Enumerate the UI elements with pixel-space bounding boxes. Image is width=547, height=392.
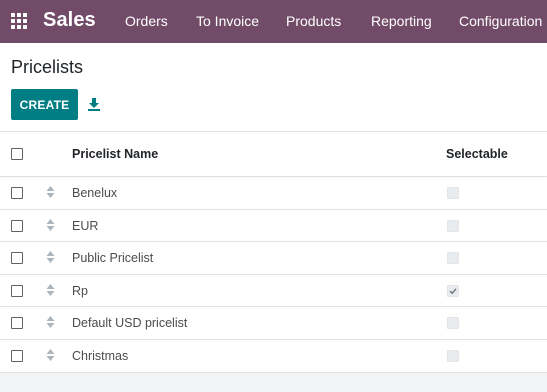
nav-item-products[interactable]: Products [286, 13, 341, 29]
pricelist-name-cell: Default USD pricelist [72, 316, 188, 331]
check-icon [449, 288, 457, 294]
app-brand[interactable]: Sales [43, 9, 96, 32]
top-navbar: Sales Orders To Invoice Products Reporti… [0, 0, 547, 43]
download-icon[interactable] [87, 97, 101, 111]
nav-item-to-invoice[interactable]: To Invoice [196, 13, 259, 29]
nav-item-orders[interactable]: Orders [125, 13, 168, 29]
control-panel: Pricelists CREATE [0, 43, 547, 131]
pricelist-name-cell: EUR [72, 218, 99, 233]
column-header-selectable[interactable]: Selectable [446, 147, 508, 161]
drag-handle-icon[interactable] [46, 186, 55, 198]
nav-item-reporting[interactable]: Reporting [371, 13, 432, 29]
nav-item-configuration[interactable]: Configuration [459, 13, 542, 29]
table-row[interactable]: Public Pricelist [0, 242, 547, 275]
table-header: Pricelist Name Selectable [0, 132, 547, 177]
selectable-checkbox [447, 284, 459, 297]
row-checkbox[interactable] [11, 317, 23, 330]
pricelist-name-cell: Public Pricelist [72, 251, 154, 266]
row-checkbox[interactable] [11, 219, 23, 232]
selectable-checkbox [447, 252, 459, 265]
pricelist-name-cell: Christmas [72, 348, 129, 363]
row-checkbox[interactable] [11, 252, 23, 265]
table-row[interactable]: Christmas [0, 340, 547, 373]
table-row[interactable]: EUR [0, 210, 547, 243]
selectable-checkbox [447, 317, 459, 330]
drag-handle-icon[interactable] [46, 348, 55, 361]
table-row[interactable]: Default USD pricelist [0, 307, 547, 340]
drag-handle-icon[interactable] [46, 251, 55, 264]
row-checkbox[interactable] [11, 349, 23, 362]
drag-handle-icon[interactable] [46, 283, 55, 296]
selectable-checkbox [447, 187, 459, 199]
selectable-checkbox [447, 219, 459, 232]
select-all-checkbox[interactable] [11, 148, 23, 160]
row-checkbox[interactable] [11, 284, 23, 297]
drag-handle-icon[interactable] [46, 316, 55, 329]
selectable-checkbox [447, 349, 459, 362]
create-button[interactable]: CREATE [11, 89, 78, 120]
row-checkbox[interactable] [11, 187, 23, 199]
pricelist-table: Pricelist Name Selectable Benelux EUR Publ… [0, 131, 547, 373]
pricelist-name-cell: Benelux [72, 186, 118, 200]
column-header-name[interactable]: Pricelist Name [72, 147, 158, 161]
table-row[interactable]: Rp [0, 275, 547, 308]
page-title: Pricelists [11, 57, 84, 77]
table-row[interactable]: Benelux [0, 177, 547, 210]
pricelist-name-cell: Rp [72, 283, 88, 298]
apps-grid-icon[interactable] [11, 13, 28, 30]
drag-handle-icon[interactable] [46, 218, 55, 231]
